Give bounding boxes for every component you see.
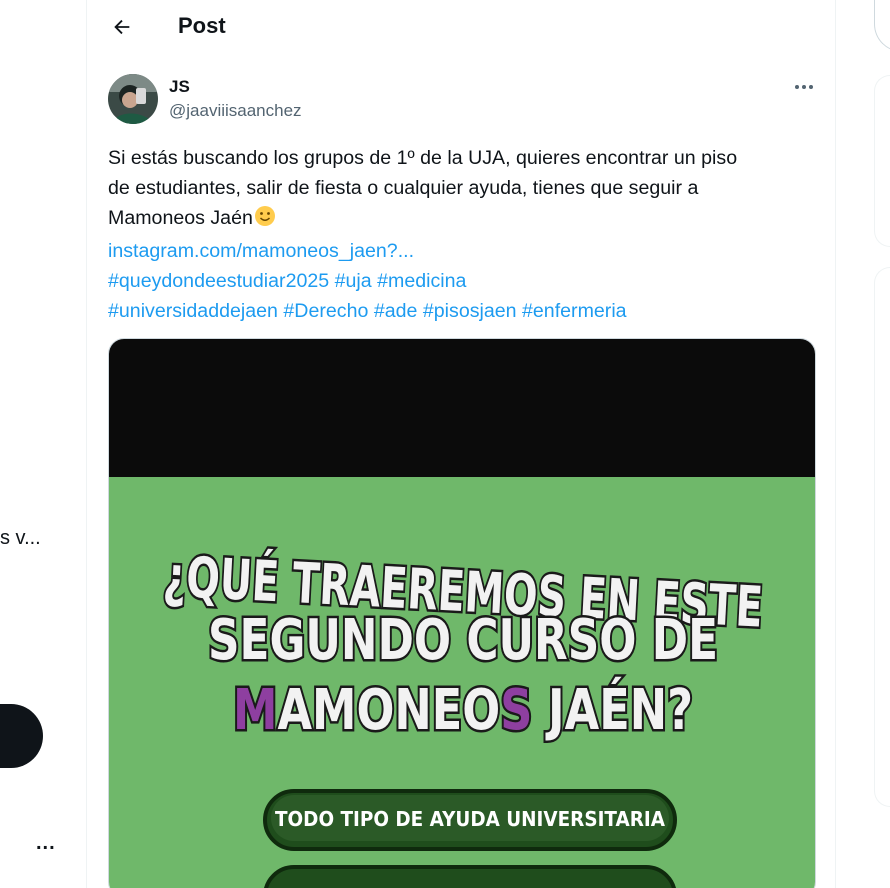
post-body: Si estás buscando los grupos de 1º de la… — [108, 143, 818, 326]
left-navigation: s v... ... — [0, 0, 86, 888]
hashtag-link[interactable]: #medicina — [377, 270, 466, 292]
compose-post-button[interactable] — [0, 704, 43, 768]
hashtag-link[interactable]: #ade — [374, 300, 418, 322]
media-headline-m: M — [233, 678, 277, 743]
sidebar-card-partial — [874, 267, 890, 807]
right-sidebar — [836, 0, 890, 888]
media-headline-s: S — [500, 678, 532, 743]
hashtags-row-1: #queydondeestudiar2025 #uja #medicina — [108, 266, 818, 296]
post-media-image[interactable]: ¿QUÉ TRAEREMOS EN ESTE SEGUNDO CURSO DE … — [108, 338, 816, 888]
svg-text:MAMONEOS JAÉN?: MAMONEOS JAÉN? — [233, 677, 693, 743]
arrow-left-icon — [114, 19, 130, 35]
hashtag-link[interactable]: #uja — [335, 270, 372, 292]
hashtag-link[interactable]: #universidaddejaen — [108, 300, 278, 322]
media-graphic: ¿QUÉ TRAEREMOS EN ESTE SEGUNDO CURSO DE … — [109, 339, 815, 888]
media-headline-line-2: SEGUNDO CURSO DE — [208, 608, 718, 673]
media-headline-amoneo: AMONEO — [277, 678, 500, 743]
hashtags-row-2: #universidaddejaen #Derecho #ade #pisosj… — [108, 296, 818, 326]
post-text-line-3: Mamoneos Jaén — [108, 203, 818, 236]
post-text-line-2: de estudiantes, salir de fiesta o cualqu… — [108, 177, 699, 199]
author-avatar[interactable] — [108, 74, 158, 124]
hashtag-link[interactable]: #enfermeria — [522, 300, 627, 322]
media-button-ayuda: TODO TIPO DE AYUDA UNIVERSITARIA — [275, 807, 665, 831]
media-headline-jaen: JAÉN? — [532, 677, 693, 743]
sidebar-card-partial — [874, 75, 890, 247]
hashtag-link[interactable]: #pisosjaen — [423, 300, 517, 322]
post-text-mamoneos: Mamoneos Jaén — [108, 207, 253, 229]
post-more-button[interactable] — [787, 76, 821, 98]
post-text-line-1: Si estás buscando los grupos de 1º de la… — [108, 147, 738, 169]
slightly-smiling-face-icon — [254, 205, 276, 236]
more-horizontal-icon — [795, 85, 813, 89]
author-handle[interactable]: @jaaviiisaanchez — [169, 101, 302, 121]
search-box-partial[interactable] — [874, 0, 890, 52]
primary-column: Post JS @jaaviiisaanchez Si estás buscan… — [86, 0, 836, 888]
hashtag-link[interactable]: #queydondeestudiar2025 — [108, 270, 329, 292]
hashtag-link[interactable]: #Derecho — [283, 300, 368, 322]
page-title: Post — [178, 13, 226, 38]
author-name[interactable]: JS — [169, 77, 190, 97]
nav-profile-name-truncated[interactable]: s v... — [0, 527, 41, 550]
back-button[interactable] — [105, 10, 139, 44]
account-more-icon[interactable]: ... — [36, 832, 56, 855]
instagram-link[interactable]: instagram.com/mamoneos_jaen?... — [108, 240, 414, 262]
post-header: Post — [87, 0, 835, 53]
